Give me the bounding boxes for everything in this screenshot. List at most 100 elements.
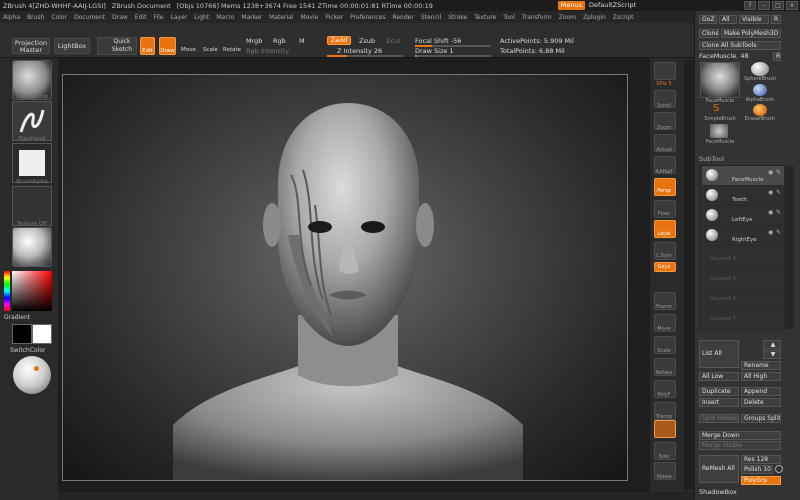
default-zscript-label[interactable]: DefaultZScript: [589, 1, 636, 10]
append-button[interactable]: Append: [741, 387, 781, 396]
brush-edit-icon[interactable]: ✎: [776, 169, 781, 176]
shadowbox-header[interactable]: ShadowBox: [699, 488, 737, 496]
close-icon[interactable]: ×: [786, 1, 798, 10]
menu-movie[interactable]: Movie: [301, 14, 319, 21]
subtool-row-facemuscle[interactable]: FaceMuscle ◉ ✎: [702, 166, 784, 186]
subtool-row-unused[interactable]: Unused 7: [702, 310, 784, 330]
document-viewport[interactable]: [62, 74, 628, 481]
brush-edit-icon[interactable]: ✎: [776, 209, 781, 216]
clone-all-subtools-button[interactable]: Clone All SubTools: [699, 41, 781, 50]
menu-tool[interactable]: Tool: [503, 14, 515, 21]
switchcolor-button[interactable]: SwitchColor: [10, 347, 54, 354]
bpr-button[interactable]: [654, 62, 676, 80]
eye-visibility-icon[interactable]: ◉: [768, 209, 773, 216]
menu-marker[interactable]: Marker: [241, 14, 262, 21]
all-low-button[interactable]: All Low: [699, 372, 739, 381]
goz-r-button[interactable]: R: [771, 15, 781, 24]
brush-edit-icon[interactable]: ✎: [776, 189, 781, 196]
rotate-button[interactable]: Rotate: [223, 47, 241, 53]
zadd-button[interactable]: Zadd: [327, 36, 351, 45]
menu-preferences[interactable]: Preferences: [350, 14, 385, 21]
duplicate-button[interactable]: Duplicate: [699, 387, 739, 396]
tool-thumb-facemuscle-small[interactable]: [710, 124, 728, 138]
list-all-button[interactable]: List All: [699, 340, 739, 368]
subtool-row-unused[interactable]: Unused 5: [702, 270, 784, 290]
menu-color[interactable]: Color: [51, 14, 67, 21]
z-intensity-slider[interactable]: Z Intensity 26: [337, 47, 382, 55]
subtool-scrollbar[interactable]: [786, 166, 794, 329]
move-button[interactable]: Move: [181, 47, 196, 53]
minimize-icon[interactable]: –: [758, 1, 770, 10]
groups-split-button[interactable]: Groups Split: [741, 414, 781, 423]
gradient-label[interactable]: Gradient: [4, 314, 44, 321]
tool-r-button[interactable]: R: [773, 52, 781, 61]
menu-stroke[interactable]: Stroke: [448, 14, 467, 21]
menu-picker[interactable]: Picker: [325, 14, 343, 21]
draw-size-slider[interactable]: Draw Size 1: [415, 47, 454, 55]
texture-thumbnail[interactable]: [12, 186, 52, 226]
lightsource-sphere[interactable]: [13, 356, 51, 394]
alpha-thumbnail[interactable]: [12, 143, 52, 183]
menu-light[interactable]: Light: [194, 14, 209, 21]
goz-visible-button[interactable]: Visible: [739, 15, 769, 24]
stroke-thumbnail[interactable]: [12, 101, 52, 141]
focal-shift-slider[interactable]: Focal Shift -56: [415, 37, 461, 45]
rgb-button[interactable]: Rgb: [273, 37, 286, 45]
edit-button[interactable]: Edit: [140, 37, 155, 55]
eraserbrush-icon[interactable]: [753, 104, 767, 116]
mrgb-button[interactable]: Mrgb: [246, 37, 262, 45]
clone-button[interactable]: Clone: [699, 29, 719, 38]
quick-sketch-button[interactable]: Quick Sketch: [97, 37, 137, 55]
eye-visibility-icon[interactable]: ◉: [768, 169, 773, 176]
menus-button[interactable]: Menus: [557, 1, 585, 10]
main-color-swatch[interactable]: [32, 324, 52, 344]
ghost-button[interactable]: [654, 420, 676, 438]
color-picker[interactable]: [12, 271, 52, 311]
secondary-color-swatch[interactable]: [12, 324, 32, 344]
subtool-row-lefteye[interactable]: LeftEye ◉ ✎: [702, 206, 784, 226]
polygrp-button[interactable]: PolyGrp: [741, 476, 781, 485]
menu-zscript[interactable]: Zscript: [613, 14, 634, 21]
move-up-icon[interactable]: ▲: [763, 340, 781, 349]
goz-all-button[interactable]: All: [719, 15, 737, 24]
spix-label[interactable]: SPix 3: [648, 81, 680, 87]
menu-stencil[interactable]: Stencil: [421, 14, 441, 21]
z-intensity-track[interactable]: [327, 55, 403, 57]
subtool-header[interactable]: SubTool: [699, 155, 724, 163]
polish-slider[interactable]: Polish 10: [741, 465, 773, 474]
hue-strip[interactable]: [4, 271, 10, 311]
projection-master-button[interactable]: Projection Master: [12, 38, 50, 54]
brush-edit-icon[interactable]: ✎: [776, 229, 781, 236]
menu-transform[interactable]: Transform: [522, 14, 552, 21]
menu-draw[interactable]: Draw: [112, 14, 128, 21]
canvas-scrollbar[interactable]: [684, 60, 694, 490]
subtool-row-unused[interactable]: Unused 6: [702, 290, 784, 310]
goz-button[interactable]: GoZ: [699, 15, 717, 24]
draw-size-track[interactable]: [415, 55, 491, 57]
insert-button[interactable]: Insert: [699, 398, 739, 407]
remesh-all-button[interactable]: ReMesh All: [699, 455, 739, 483]
alphabrush-icon[interactable]: [753, 84, 767, 96]
all-high-button[interactable]: All High: [741, 372, 781, 381]
menu-macro[interactable]: Macro: [216, 14, 234, 21]
scale-button[interactable]: Scale: [203, 47, 218, 53]
menu-file[interactable]: File: [153, 14, 163, 21]
subtool-row-righteye[interactable]: RightEye ◉ ✎: [702, 226, 784, 246]
light-position-dot[interactable]: [34, 366, 39, 371]
rename-button[interactable]: Rename: [741, 361, 781, 370]
maximize-icon[interactable]: □: [772, 1, 784, 10]
simplebrush-icon[interactable]: S: [713, 104, 719, 114]
polish-toggle-icon[interactable]: [775, 465, 783, 473]
move-down-icon[interactable]: ▼: [763, 350, 781, 359]
zcut-button[interactable]: Zcut: [386, 37, 401, 45]
res-slider[interactable]: Res 128: [741, 455, 781, 464]
rgb-intensity-slider[interactable]: Rgb Intensity: [246, 47, 289, 55]
m-button[interactable]: M: [299, 37, 305, 45]
menu-zplugin[interactable]: Zplugin: [583, 14, 606, 21]
eye-visibility-icon[interactable]: ◉: [768, 229, 773, 236]
draw-button[interactable]: Draw: [159, 37, 176, 55]
menu-document[interactable]: Document: [74, 14, 105, 21]
lightbox-button[interactable]: LightBox: [54, 38, 90, 54]
menu-brush[interactable]: Brush: [27, 14, 44, 21]
material-thumbnail[interactable]: [12, 227, 52, 267]
